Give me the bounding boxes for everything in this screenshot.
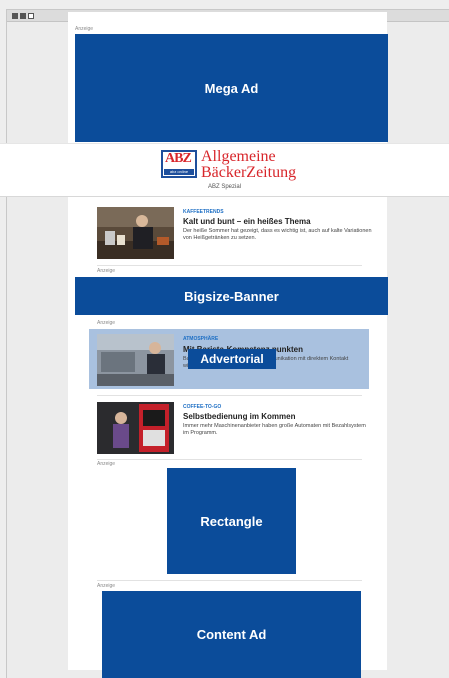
logo-strip: abz online [164,169,194,175]
article-headline[interactable]: Selbstbedienung im Kommen [183,412,295,421]
advertorial-block[interactable]: ATMOSPHÄRE Mit Barista-Kompetenz punkten… [89,329,369,389]
article-item[interactable]: KAFFEETRENDS Kalt und bunt – ein heißes … [97,207,377,262]
article-category: KAFFEETRENDS [183,209,224,215]
ad-label: Anzeige [97,461,116,467]
content-ad-label: Content Ad [196,627,267,642]
masthead-title-line1: Allgemeine [201,148,276,165]
masthead-title-line2: BäckerZeitung [201,164,297,181]
divider [97,459,362,460]
logo-abbr: ABZ [165,151,192,166]
article-item[interactable]: COFFEE-TO-GO Selbstbedienung im Kommen I… [97,402,377,457]
divider [97,265,362,266]
ad-label: Anzeige [97,268,116,274]
divider [97,395,362,396]
masthead-subtitle: ABZ Spezial [207,184,241,190]
ad-label: Anzeige [97,583,116,589]
ad-label: Anzeige [75,26,94,32]
article-thumbnail[interactable] [97,207,174,259]
article-category: ATMOSPHÄRE [183,336,219,342]
maximize-window-button[interactable] [28,13,34,19]
abz-logo[interactable]: ABZ abz online [161,150,197,178]
article-thumbnail[interactable] [97,402,174,454]
divider [97,580,362,581]
masthead: ABZ abz online Allgemeine BäckerZeitung … [0,143,449,197]
rectangle-ad-label: Rectangle [200,513,263,529]
bigsize-banner[interactable]: Bigsize-Banner [75,277,388,315]
article-thumbnail[interactable] [97,334,174,386]
article-category: COFFEE-TO-GO [183,404,222,410]
advertorial-label: Advertorial [188,349,276,369]
rectangle-ad[interactable]: Rectangle [167,468,296,574]
content-ad[interactable]: Content Ad [102,591,361,678]
mega-ad-label: Mega Ad [204,80,259,96]
ad-label: Anzeige [97,320,116,326]
minimize-window-button[interactable] [20,13,26,19]
bigsize-banner-label: Bigsize-Banner [184,288,279,304]
article-teaser: Immer mehr Maschinenanbieter haben große… [183,423,366,436]
mega-ad[interactable]: Mega Ad [75,34,388,142]
close-window-button[interactable] [12,13,18,19]
article-headline[interactable]: Kalt und bunt – ein heißes Thema [183,217,311,226]
article-teaser: Der heiße Sommer hat gezeigt, dass es wi… [183,228,372,241]
